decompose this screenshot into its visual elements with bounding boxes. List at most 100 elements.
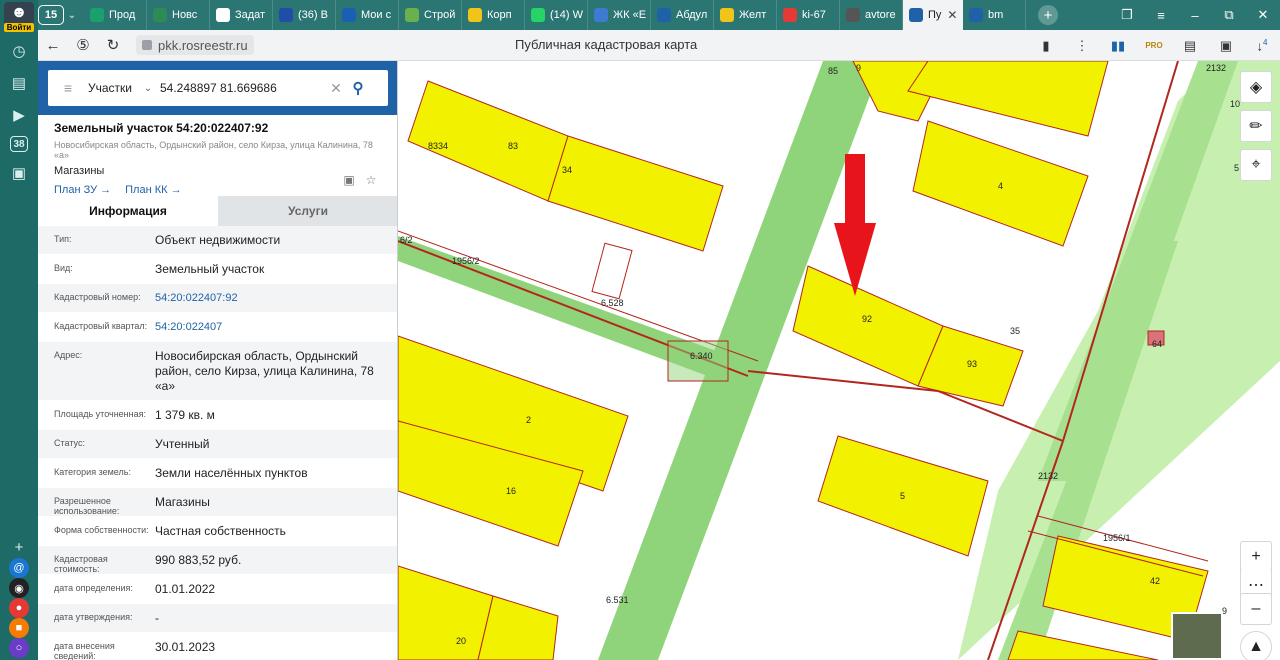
layers-button[interactable]: ◈	[1240, 71, 1272, 103]
map-label: 42	[1150, 576, 1161, 586]
wallet-icon[interactable]: ▤	[1172, 38, 1208, 54]
zoom-to-icon[interactable]: ▣	[338, 173, 360, 187]
map-label: 85	[828, 66, 839, 76]
browser-tab[interactable]: Желт	[714, 0, 777, 30]
lock-icon	[142, 40, 152, 50]
star-icon[interactable]: ☆	[360, 173, 382, 187]
compass-button[interactable]: ▲	[1240, 631, 1272, 660]
browser-tab[interactable]: Новс	[147, 0, 210, 30]
tab-info[interactable]: Информация	[38, 196, 218, 226]
browser-tab[interactable]: (14) W	[525, 0, 588, 30]
browser-tab[interactable]: Задат	[210, 0, 273, 30]
pro-badge[interactable]: PRO	[1136, 41, 1172, 50]
menu-icon[interactable]: ≡	[1144, 8, 1178, 23]
search-icon[interactable]: ⚲	[346, 79, 370, 97]
info-key: Категория земель:	[54, 467, 131, 477]
plan-kk-link[interactable]: План КК →	[125, 184, 181, 196]
search-input[interactable]: 54.248897 81.669686	[160, 81, 326, 95]
search-box: ≡ Участки ⌄ 54.248897 81.669686 ✕ ⚲	[48, 70, 388, 106]
browser-tab[interactable]: bm	[963, 0, 1026, 30]
play-icon[interactable]: ▶	[8, 104, 30, 126]
browser-tab[interactable]: Строй	[399, 0, 462, 30]
chevron-down-icon[interactable]: ⌄	[64, 10, 80, 21]
map-label: 2	[526, 415, 532, 425]
hamburger-icon[interactable]: ≡	[48, 80, 88, 96]
chevron-down-icon[interactable]: ⌄	[136, 83, 160, 94]
info-value: Новосибирская область, Ордынский район, …	[155, 349, 374, 393]
camera-icon[interactable]: ▣	[8, 162, 30, 184]
map-label: 1956/2	[452, 256, 480, 266]
tab-favicon-icon	[90, 8, 104, 22]
alice-icon[interactable]: ◉	[9, 578, 29, 598]
minimap[interactable]	[1171, 612, 1223, 660]
tab-label: (14) W	[550, 9, 583, 21]
history-icon[interactable]: ◷	[8, 40, 30, 62]
info-key: Адрес:	[54, 350, 83, 360]
downloads-icon[interactable]: ↓4	[1244, 38, 1280, 53]
tab-favicon-icon	[846, 8, 860, 22]
browser-tab[interactable]: avtore	[840, 0, 903, 30]
tab-favicon-icon	[657, 8, 671, 22]
browser-tab[interactable]: Корп	[462, 0, 525, 30]
profile-avatar[interactable]: ☻ Войти	[4, 2, 34, 32]
plan-zu-link[interactable]: План ЗУ →	[54, 184, 111, 196]
info-row: Кадастровая стоимость: 990 883,52 руб.	[38, 546, 397, 575]
maps-pin-icon[interactable]: ●	[9, 598, 29, 618]
tab-label: ЖК «Е	[613, 9, 647, 21]
new-tab-button[interactable]: +	[1038, 5, 1058, 25]
reload-icon[interactable]: ↻	[98, 36, 128, 54]
browser-tab[interactable]: Мои с	[336, 0, 399, 30]
tab-count-button[interactable]: 15	[38, 5, 64, 25]
close-icon[interactable]: ✕	[1246, 7, 1280, 23]
search-bar: ≡ Участки ⌄ 54.248897 81.669686 ✕ ⚲	[38, 61, 397, 115]
cadastral-map[interactable]: 85 9 2132 10 83 34 8334 4 5 6/2 1956/2 6…	[398, 61, 1280, 660]
mail-icon[interactable]: @	[9, 558, 29, 578]
tab-label: Строй	[424, 9, 456, 21]
browser-tab[interactable]: Абдул	[651, 0, 714, 30]
info-value: Земли населённых пунктов	[155, 466, 308, 480]
tabs-container: Прод Новс Задат (36) В Мои с Строй Корп (14) W Ж…	[84, 0, 1026, 30]
notes-icon[interactable]: ▤	[8, 72, 30, 94]
map-label: 64	[1152, 339, 1163, 349]
browser-tab[interactable]: Прод	[84, 0, 147, 30]
badge-icon[interactable]: 38	[10, 136, 28, 152]
browser-tab[interactable]: (36) В	[273, 0, 336, 30]
locate-button[interactable]: ⌖	[1240, 149, 1272, 181]
object-title: Земельный участок 54:20:022407:92	[54, 121, 269, 135]
info-row: Вид: Земельный участок	[38, 255, 397, 284]
collections-icon[interactable]: ❐	[1110, 7, 1144, 23]
yandex-icon[interactable]: ⑤	[68, 36, 98, 54]
info-value-link[interactable]: 54:20:022407:92	[155, 284, 397, 312]
messenger-icon[interactable]: ○	[9, 638, 29, 658]
photo-icon[interactable]: ▣	[1208, 38, 1244, 54]
extension-icon[interactable]: ▮▮	[1100, 38, 1136, 54]
zoom-out-button[interactable]: –	[1240, 593, 1272, 625]
browser-tab[interactable]: ki-67	[777, 0, 840, 30]
info-row: Площадь уточненная: 1 379 кв. м	[38, 401, 397, 430]
market-icon[interactable]: ■	[9, 618, 29, 638]
close-tab-icon[interactable]: ✕	[947, 8, 957, 22]
tab-favicon-icon	[531, 8, 545, 22]
restore-icon[interactable]: ⧉	[1212, 7, 1246, 23]
info-value: Объект недвижимости	[155, 233, 281, 247]
more-icon[interactable]: ⋮	[1064, 38, 1100, 54]
add-panel-icon[interactable]: +	[8, 536, 30, 558]
tab-label: Прод	[109, 9, 136, 21]
category-select[interactable]: Участки	[88, 81, 136, 95]
map-label: 34	[562, 165, 573, 175]
info-row: дата утверждения: -	[38, 604, 397, 633]
info-key: Кадастровый квартал:	[54, 321, 148, 331]
browser-tab[interactable]: Пу ✕	[903, 0, 963, 30]
url-field[interactable]: pkk.rosreestr.ru	[136, 35, 254, 55]
info-value: Частная собственность	[155, 524, 286, 538]
info-value-link[interactable]: 54:20:022407	[155, 313, 397, 341]
info-key: дата утверждения:	[54, 612, 133, 622]
back-icon[interactable]: ←	[38, 37, 68, 54]
clear-icon[interactable]: ✕	[326, 80, 346, 97]
bookmark-icon[interactable]: ▮	[1028, 38, 1064, 54]
pointer-arrow	[834, 154, 876, 296]
tab-services[interactable]: Услуги	[218, 196, 397, 226]
measure-button[interactable]: ✏	[1240, 110, 1272, 142]
minimize-icon[interactable]: –	[1178, 8, 1212, 23]
browser-tab[interactable]: ЖК «Е	[588, 0, 651, 30]
